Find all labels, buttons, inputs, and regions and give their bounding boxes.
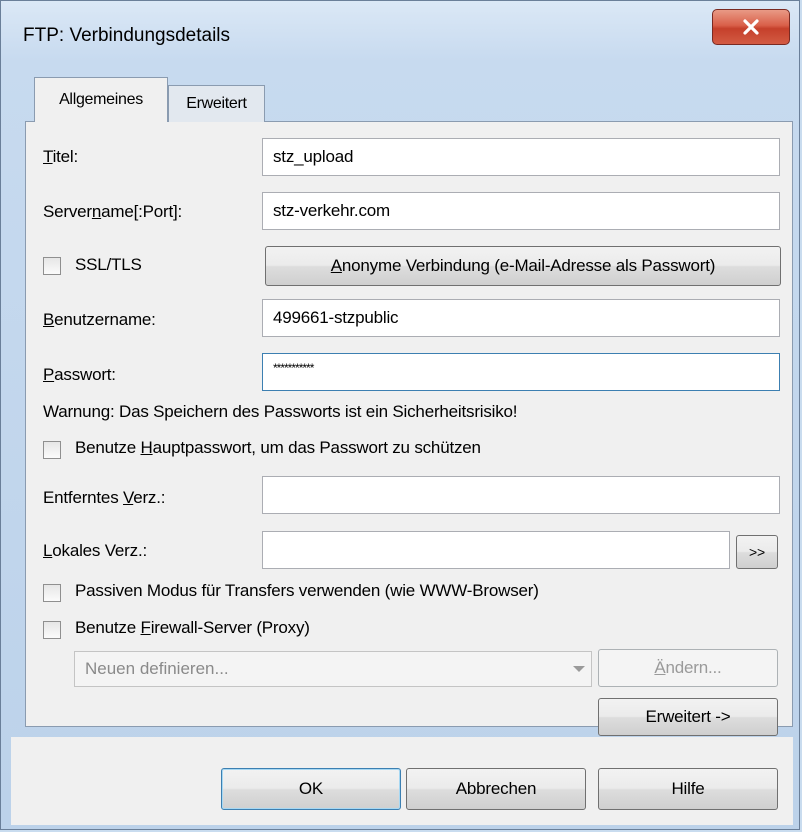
password-warning: Warnung: Das Speichern des Passworts ist…: [43, 402, 518, 421]
password-input[interactable]: ***********: [262, 353, 780, 391]
cancel-button[interactable]: Abbrechen: [406, 768, 586, 810]
dialog-window: FTP: Verbindungsdetails Allgemeines Erwe…: [0, 0, 800, 830]
change-proxy-button[interactable]: Ändern...: [598, 649, 778, 687]
local-dir-input[interactable]: [262, 531, 730, 569]
advanced-button[interactable]: Erweitert ->: [598, 698, 778, 736]
help-button[interactable]: Hilfe: [598, 768, 778, 810]
remote-dir-input[interactable]: [262, 476, 780, 514]
chevron-down-icon: [573, 666, 585, 672]
passive-mode-checkbox[interactable]: [43, 584, 61, 602]
local-dir-label: Lokales Verz.:: [43, 541, 147, 560]
server-label: Servername[:Port]:: [43, 202, 183, 221]
firewall-checkbox[interactable]: [43, 621, 61, 639]
tab-allgemeines[interactable]: Allgemeines: [34, 77, 168, 122]
window-title: FTP: Verbindungsdetails: [23, 25, 231, 46]
tab-erweitert[interactable]: Erweitert: [168, 85, 265, 122]
anonymous-connection-button[interactable]: Anonyme Verbindung (e-Mail-Adresse als P…: [265, 246, 781, 286]
remote-dir-label: Entferntes Verz.:: [43, 488, 166, 507]
username-input[interactable]: 499661-stzpublic: [262, 299, 780, 337]
close-button[interactable]: [712, 9, 790, 45]
passive-mode-label: Passiven Modus für Transfers verwenden (…: [75, 581, 539, 600]
proxy-select[interactable]: Neuen definieren...: [74, 651, 592, 687]
server-input[interactable]: stz-verkehr.com: [262, 192, 780, 230]
close-icon: [743, 19, 759, 35]
firewall-label: Benutze Firewall-Server (Proxy): [75, 618, 310, 637]
ssl-label: SSL/TLS: [75, 255, 142, 274]
password-label: Passwort:: [43, 365, 116, 384]
proxy-select-value: Neuen definieren...: [85, 659, 229, 678]
ssl-checkbox[interactable]: [43, 257, 61, 275]
master-password-checkbox[interactable]: [43, 441, 61, 459]
title-label: Titel:: [43, 147, 79, 166]
title-input[interactable]: stz_upload: [262, 138, 780, 176]
username-label: Benutzername:: [43, 310, 156, 329]
ok-button[interactable]: OK: [221, 768, 401, 810]
browse-local-dir-button[interactable]: >>: [736, 535, 778, 569]
master-password-label: Benutze Hauptpasswort, um das Passwort z…: [75, 438, 481, 457]
